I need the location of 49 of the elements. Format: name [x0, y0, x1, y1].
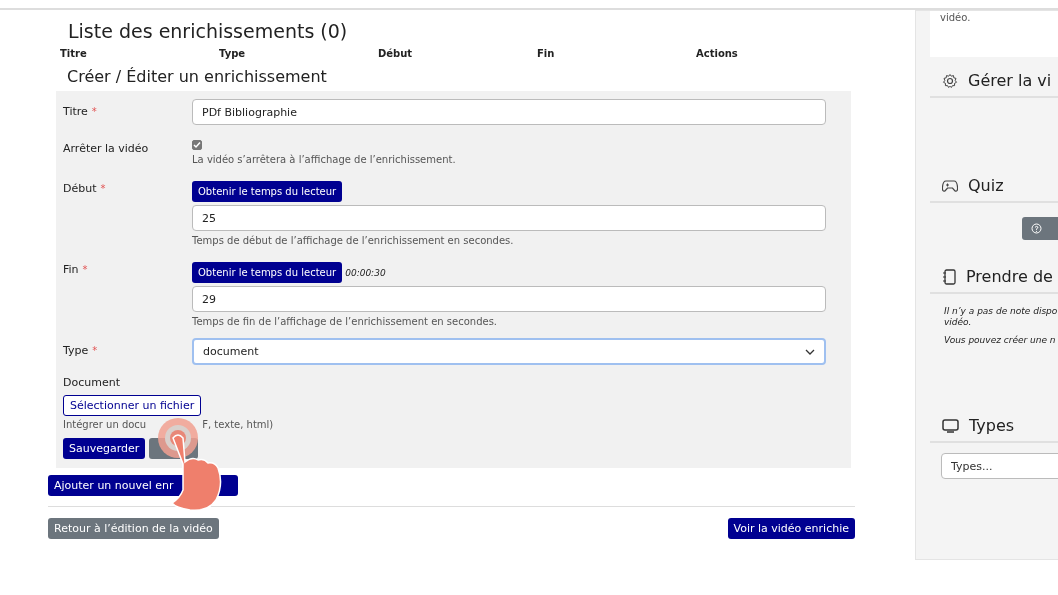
- help-icon: [1031, 223, 1042, 234]
- time-input[interactable]: 25: [192, 205, 826, 231]
- sidebar-text: vidéo.: [940, 12, 971, 23]
- type-select[interactable]: document: [192, 338, 826, 365]
- section-title: Prendre de: [966, 267, 1053, 286]
- help-text: Intégrer un docu: [63, 419, 147, 430]
- section-title: Types: [969, 416, 1015, 435]
- column-header: Début: [378, 48, 414, 59]
- column-header: Fin: [537, 48, 556, 59]
- field-label: Titre: [63, 105, 88, 118]
- types-input[interactable]: Types...: [941, 453, 1058, 479]
- note-text: Il n’y a pas de note dispo: [944, 306, 1058, 316]
- required-mark: *: [92, 345, 98, 356]
- help-text: La vidéo s’arrêtera à l’affichage de l’enrichissement.: [192, 154, 456, 165]
- note-text: vidéo.: [944, 317, 973, 327]
- section-title: Gérer la vi: [968, 71, 1052, 90]
- column-header: Titre: [60, 48, 88, 59]
- view-button[interactable]: Voir la vidéo enrichie: [727, 518, 855, 539]
- section-title: Quiz: [968, 176, 1004, 195]
- select-file-button[interactable]: Sélectionner un fichier: [63, 395, 202, 416]
- field-label: Type: [63, 344, 89, 357]
- time-input[interactable]: 29: [192, 286, 826, 312]
- required-mark: *: [91, 106, 97, 117]
- field-label: Début: [63, 182, 97, 195]
- form-title: Créer / Éditer un enrichissement: [67, 67, 328, 86]
- save-button[interactable]: Sauvegarder: [63, 438, 146, 459]
- title-input[interactable]: PDf Bibliographie: [192, 99, 826, 125]
- help-text: Temps de fin de l’affichage de l’enrichissement en secondes.: [192, 316, 497, 327]
- checkbox[interactable]: [192, 140, 202, 150]
- column-header: Actions: [696, 48, 739, 59]
- settings-icon: [942, 72, 958, 89]
- time-reading: 00:00:30: [345, 267, 386, 278]
- required-mark: *: [82, 264, 88, 275]
- chevron-down-icon: [805, 348, 815, 355]
- note-text: Vous pouvez créer une n: [944, 335, 1057, 345]
- gamepad-icon: [942, 178, 958, 193]
- get-time-button[interactable]: Obtenir le temps du lecteur: [192, 262, 343, 283]
- list-title: Liste des enrichissements (0): [68, 20, 349, 42]
- column-header: Type: [219, 48, 247, 59]
- field-label: Fin: [63, 263, 79, 276]
- get-time-button[interactable]: Obtenir le temps du lecteur: [192, 181, 343, 202]
- field-label: Document: [63, 376, 120, 389]
- help-text: F, texte, html): [202, 419, 274, 430]
- help-text: Temps de début de l’affichage de l’enrichissement en secondes.: [192, 235, 514, 246]
- notebook-icon: [942, 268, 956, 285]
- back-button[interactable]: Retour à l’édition de la vidéo: [48, 518, 219, 539]
- field-label: Arrêter la vidéo: [63, 142, 149, 155]
- monitor-icon: [942, 418, 959, 433]
- required-mark: *: [100, 183, 106, 194]
